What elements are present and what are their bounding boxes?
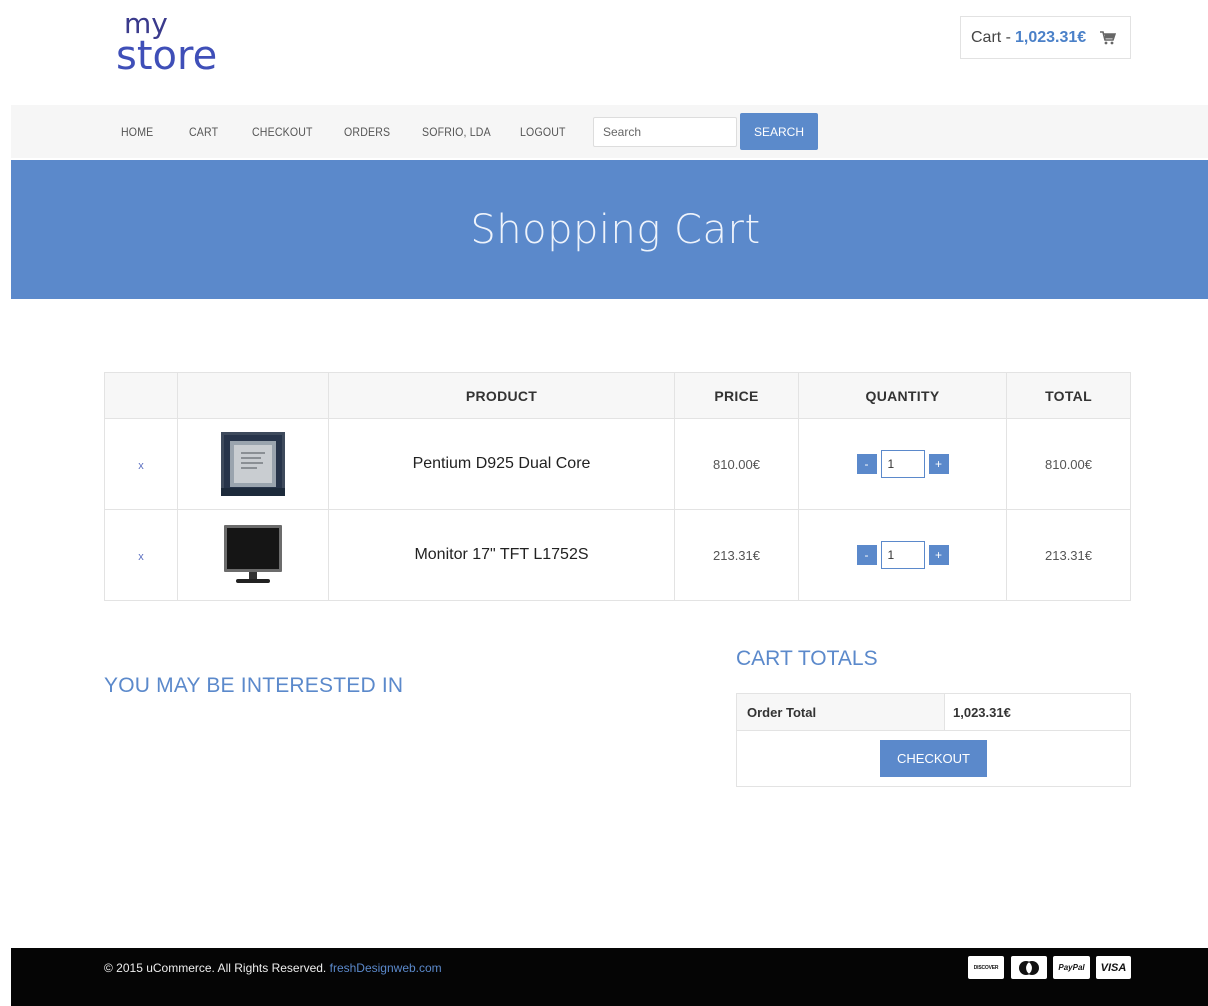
price-cell: 810.00€: [674, 418, 799, 510]
mastercard-icon: [1011, 956, 1047, 979]
nav-item-account[interactable]: SOFRIO, LDA: [422, 125, 491, 139]
total-cell: 810.00€: [1006, 418, 1131, 510]
col-header-remove: [104, 372, 178, 419]
interested-heading: YOU MAY BE INTERESTED IN: [104, 674, 404, 697]
quantity-stepper: - +: [856, 541, 949, 569]
product-name-cell: Monitor 17" TFT L1752S: [328, 509, 675, 601]
cart-amount: 1,023.31€: [1015, 28, 1087, 46]
checkout-button[interactable]: CHECKOUT: [880, 740, 987, 777]
store-logo[interactable]: my store: [116, 10, 218, 79]
table-header-row: PRODUCT PRICE QUANTITY TOTAL: [104, 372, 1131, 419]
col-header-total: TOTAL: [1006, 372, 1131, 419]
search-button[interactable]: SEARCH: [740, 113, 818, 150]
visa-icon: VISA: [1096, 956, 1131, 979]
order-total-value: 1,023.31€: [944, 693, 1131, 731]
remove-item-button[interactable]: x: [138, 551, 144, 563]
nav-item-orders[interactable]: ORDERS: [344, 125, 390, 139]
shopping-cart-icon: [1100, 30, 1117, 45]
cart-totals-heading: CART TOTALS: [736, 647, 878, 670]
quantity-cell: - +: [798, 509, 1007, 601]
remove-cell: x: [104, 418, 178, 510]
product-name[interactable]: Monitor 17" TFT L1752S: [414, 546, 588, 563]
copyright-text: © 2015 uCommerce. All Rights Reserved. f…: [104, 961, 442, 975]
quantity-input[interactable]: [880, 450, 925, 478]
increase-quantity-button[interactable]: +: [928, 454, 949, 474]
designer-link[interactable]: freshDesignweb.com: [330, 961, 442, 975]
quantity-input[interactable]: [880, 541, 925, 569]
table-row: x Pentium D925 Dual Core 810.00€ - 1 + 8…: [104, 418, 1131, 510]
product-image-cell: [177, 509, 329, 601]
remove-item-button[interactable]: x: [138, 460, 144, 472]
cart-table: PRODUCT PRICE QUANTITY TOTAL x Pentium D…: [104, 372, 1131, 601]
nav-item-checkout[interactable]: CHECKOUT: [252, 125, 313, 139]
header-cart-summary[interactable]: Cart - 1,023.31€: [960, 16, 1131, 59]
price-cell: 213.31€: [674, 509, 799, 601]
decrease-quantity-button[interactable]: -: [856, 454, 877, 474]
remove-cell: x: [104, 509, 178, 601]
page-title: Shopping Cart: [470, 206, 761, 253]
search-input[interactable]: [593, 117, 737, 147]
main-nav: HOME CART CHECKOUT ORDERS SOFRIO, LDA LO…: [11, 105, 1208, 158]
product-name[interactable]: Pentium D925 Dual Core: [413, 455, 591, 472]
col-header-image: [177, 372, 329, 419]
quantity-cell: - +: [798, 418, 1007, 510]
nav-item-home[interactable]: HOME: [121, 125, 153, 139]
copyright-label: © 2015 uCommerce. All Rights Reserved.: [104, 961, 327, 975]
cpu-product-image[interactable]: [221, 432, 285, 496]
increase-quantity-button[interactable]: +: [928, 545, 949, 565]
logo-line-store: store: [116, 33, 218, 79]
discover-icon: DISCOVER: [968, 956, 1004, 979]
col-header-price: PRICE: [674, 372, 799, 419]
col-header-product: PRODUCT: [328, 372, 675, 419]
nav-item-logout[interactable]: LOGOUT: [520, 125, 566, 139]
checkout-row: CHECKOUT: [736, 730, 1131, 787]
cart-label: Cart -: [971, 28, 1011, 46]
decrease-quantity-button[interactable]: -: [856, 545, 877, 565]
cart-totals-table: Order Total 1,023.31€ CHECKOUT: [736, 693, 1131, 787]
order-total-row: Order Total 1,023.31€: [736, 693, 1131, 731]
paypal-icon: PayPal: [1053, 956, 1090, 979]
total-cell: 213.31€: [1006, 509, 1131, 601]
footer: © 2015 uCommerce. All Rights Reserved. f…: [11, 948, 1208, 1006]
product-name-cell: Pentium D925 Dual Core: [328, 418, 675, 510]
table-row: x Monitor 17" TFT L1752S 213.31€ - + 213…: [104, 509, 1131, 601]
col-header-quantity: QUANTITY: [798, 372, 1007, 419]
product-image-cell: [177, 418, 329, 510]
order-total-label: Order Total: [736, 693, 945, 731]
checkout-cell: CHECKOUT: [736, 730, 1131, 787]
nav-item-cart[interactable]: CART: [189, 125, 218, 139]
monitor-product-image[interactable]: [222, 524, 284, 586]
quantity-stepper: - +: [856, 450, 949, 478]
page-banner: Shopping Cart: [11, 160, 1208, 299]
